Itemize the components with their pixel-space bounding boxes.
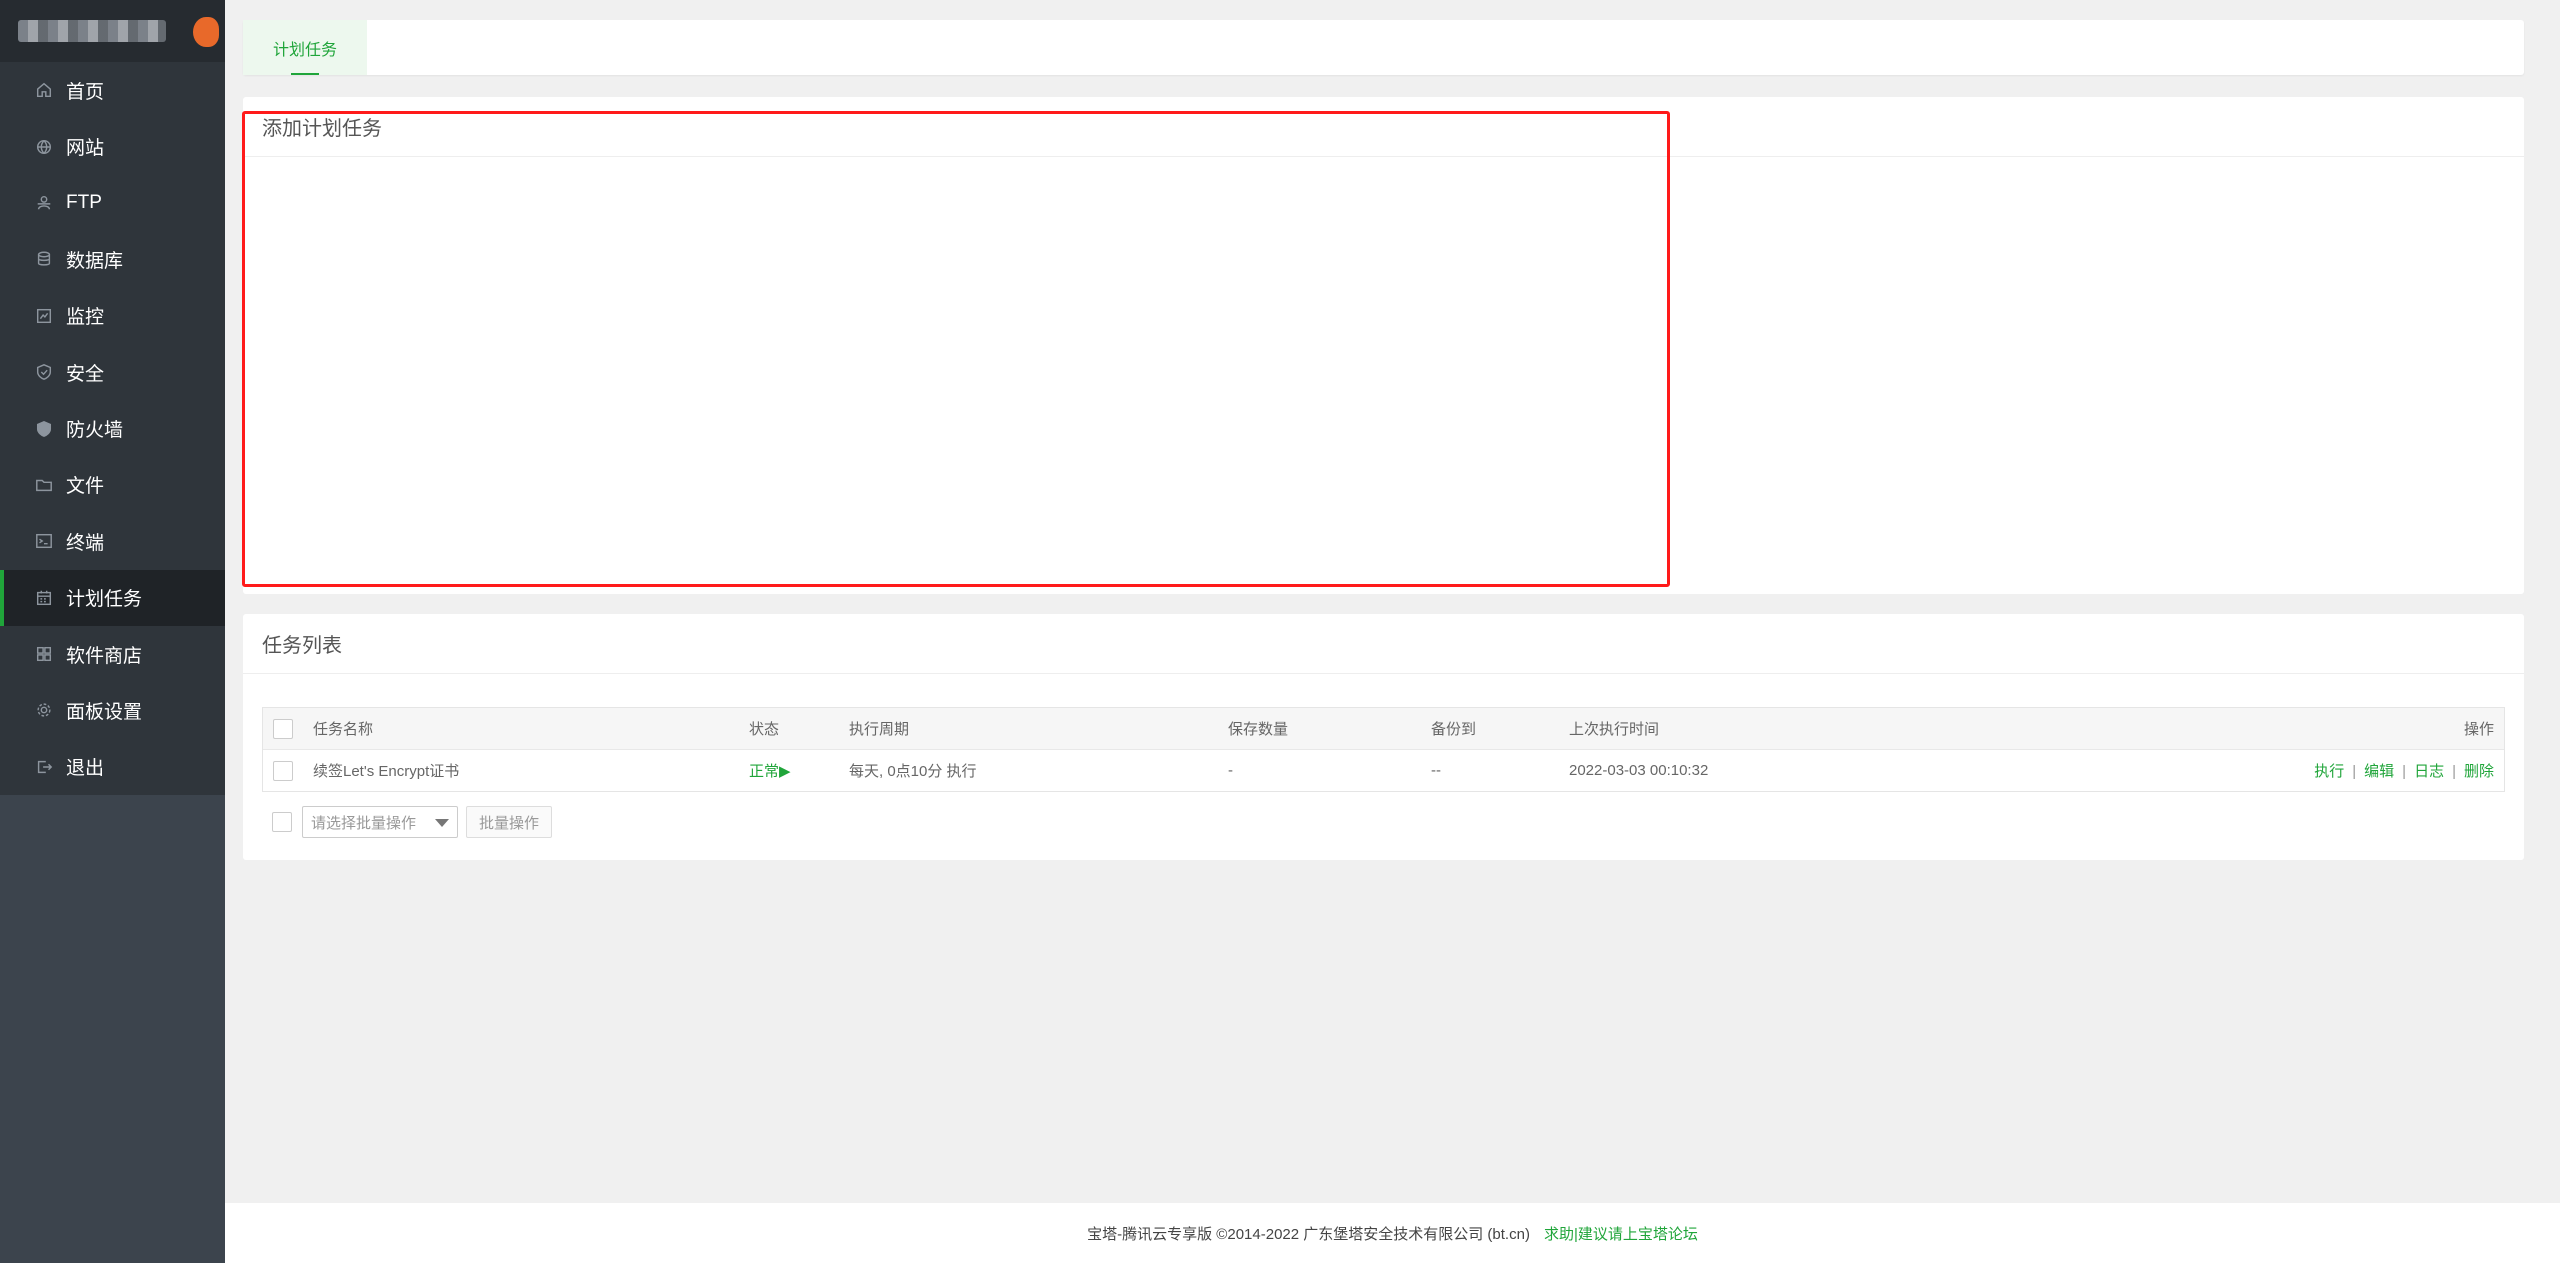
sidebar-item-label: 面板设置	[66, 701, 143, 723]
tab-bar: 计划任务	[243, 20, 2524, 75]
task-name: 续签Let's Encrypt证书	[313, 763, 460, 780]
sidebar-item-logout[interactable]: 退出	[0, 739, 225, 795]
sidebar-item-label: 安全	[66, 363, 105, 385]
sidebar-item-label: 计划任务	[66, 589, 143, 611]
tab-crontab[interactable]: 计划任务	[243, 20, 367, 75]
sidebar-item-label: 防火墙	[66, 420, 124, 442]
delete-link[interactable]: 删除	[2464, 763, 2494, 780]
footer-forum-link[interactable]: 求助|建议请上宝塔论坛	[1544, 1223, 1698, 1244]
sidebar-item-label: 退出	[66, 758, 105, 780]
sidebar-header	[0, 0, 225, 62]
footer-copyright: 宝塔-腾讯云专享版 ©2014-2022 广东堡塔安全技术有限公司 (bt.cn…	[1087, 1225, 1530, 1243]
task-last-run: 2022-03-03 00:10:32	[1569, 762, 1709, 779]
sidebar-item-store[interactable]: 软件商店	[0, 626, 225, 682]
col-header-keep: 保存数量	[1228, 721, 1289, 738]
sidebar-item-label: 文件	[66, 476, 105, 498]
sidebar-item-label: FTP	[66, 191, 102, 213]
firewall-icon	[34, 419, 54, 439]
sidebar-item-security[interactable]: 安全	[0, 344, 225, 400]
sidebar-item-label: 终端	[66, 532, 105, 554]
gear-icon	[34, 700, 54, 720]
batch-select-placeholder: 请选择批量操作	[311, 814, 417, 832]
select-all-checkbox[interactable]	[273, 718, 293, 739]
shield-check-icon	[34, 362, 54, 382]
task-status[interactable]: 正常▶	[749, 760, 791, 781]
log-link[interactable]: 日志	[2414, 763, 2444, 780]
col-header-cycle: 执行周期	[849, 721, 910, 738]
sidebar-item-terminal[interactable]: 终端	[0, 513, 225, 569]
task-ops: 执行 | 编辑 | 日志 | 删除	[2314, 760, 2494, 781]
sidebar-item-firewall[interactable]: 防火墙	[0, 400, 225, 456]
sidebar-item-database[interactable]: 数据库	[0, 231, 225, 287]
footer: 宝塔-腾讯云专享版 ©2014-2022 广东堡塔安全技术有限公司 (bt.cn…	[225, 1203, 2560, 1263]
sidebar-item-label: 软件商店	[66, 645, 143, 667]
grid-icon	[34, 644, 54, 664]
sidebar-item-label: 首页	[66, 81, 105, 103]
row-checkbox[interactable]	[273, 760, 293, 781]
ftp-icon	[34, 193, 54, 213]
col-header-name[interactable]: 任务名称	[313, 718, 373, 739]
separator: |	[2402, 763, 2407, 780]
folder-icon	[34, 475, 54, 495]
table-row: 续签Let's Encrypt证书 正常▶ 每天, 0点10分 执行 - -- …	[263, 750, 2504, 791]
sidebar-item-label: 数据库	[66, 250, 124, 272]
highlight-box	[242, 111, 1670, 587]
chevron-down-icon	[435, 819, 449, 827]
task-list-title: 任务列表	[243, 614, 2524, 674]
sidebar: 首页 网站 FTP 数据库 监控 安全 防火墙 文件 终端 计划任务 软件商店 …	[0, 0, 225, 1263]
logout-icon	[34, 757, 54, 777]
sidebar-item-settings[interactable]: 面板设置	[0, 682, 225, 738]
sidebar-item-label: 监控	[66, 307, 105, 329]
batch-bar: 请选择批量操作 批量操作	[262, 806, 553, 838]
col-header-ops: 操作	[2463, 721, 2494, 738]
task-backup: --	[1431, 762, 1441, 779]
batch-button[interactable]: 批量操作	[466, 806, 553, 838]
server-name-blurred	[18, 20, 166, 42]
run-link[interactable]: 执行	[2314, 763, 2344, 780]
monitor-icon	[34, 306, 54, 326]
sidebar-item-ftp[interactable]: FTP	[0, 175, 225, 231]
table-header: 任务名称 状态 执行周期 保存数量 备份到 上次执行时间 操作	[263, 708, 2504, 750]
sidebar-item-files[interactable]: 文件	[0, 457, 225, 513]
sidebar-item-crontab[interactable]: 计划任务	[0, 569, 225, 627]
sidebar-menu: 首页 网站 FTP 数据库 监控 安全 防火墙 文件 终端 计划任务 软件商店 …	[0, 62, 225, 796]
col-header-last-run: 上次执行时间	[1569, 721, 1660, 738]
calendar-icon	[34, 588, 54, 608]
separator: |	[2452, 763, 2456, 780]
batch-checkbox[interactable]	[272, 812, 292, 832]
sidebar-item-home[interactable]: 首页	[0, 62, 225, 118]
home-icon	[34, 80, 54, 100]
database-icon	[34, 249, 54, 269]
batch-select[interactable]: 请选择批量操作	[302, 806, 458, 838]
globe-icon	[34, 137, 54, 157]
main-content: 计划任务 添加计划任务 任务列表 任务名称 状态 执行周期 保存数量 备份到 上…	[225, 0, 2560, 1263]
col-header-status: 状态	[749, 721, 780, 738]
logo-icon[interactable]	[193, 17, 219, 47]
sidebar-item-monitor[interactable]: 监控	[0, 288, 225, 344]
task-cycle: 每天, 0点10分 执行	[849, 763, 977, 780]
task-list-panel: 任务列表 任务名称 状态 执行周期 保存数量 备份到 上次执行时间 操作 续签L…	[243, 614, 2524, 860]
separator: |	[2352, 763, 2357, 780]
task-table: 任务名称 状态 执行周期 保存数量 备份到 上次执行时间 操作 续签Let's …	[262, 707, 2505, 792]
col-header-backup: 备份到	[1431, 721, 1477, 738]
sidebar-item-label: 网站	[66, 138, 105, 160]
sidebar-item-website[interactable]: 网站	[0, 118, 225, 174]
task-keep: -	[1228, 762, 1233, 779]
terminal-icon	[34, 531, 54, 551]
edit-link[interactable]: 编辑	[2364, 763, 2394, 780]
